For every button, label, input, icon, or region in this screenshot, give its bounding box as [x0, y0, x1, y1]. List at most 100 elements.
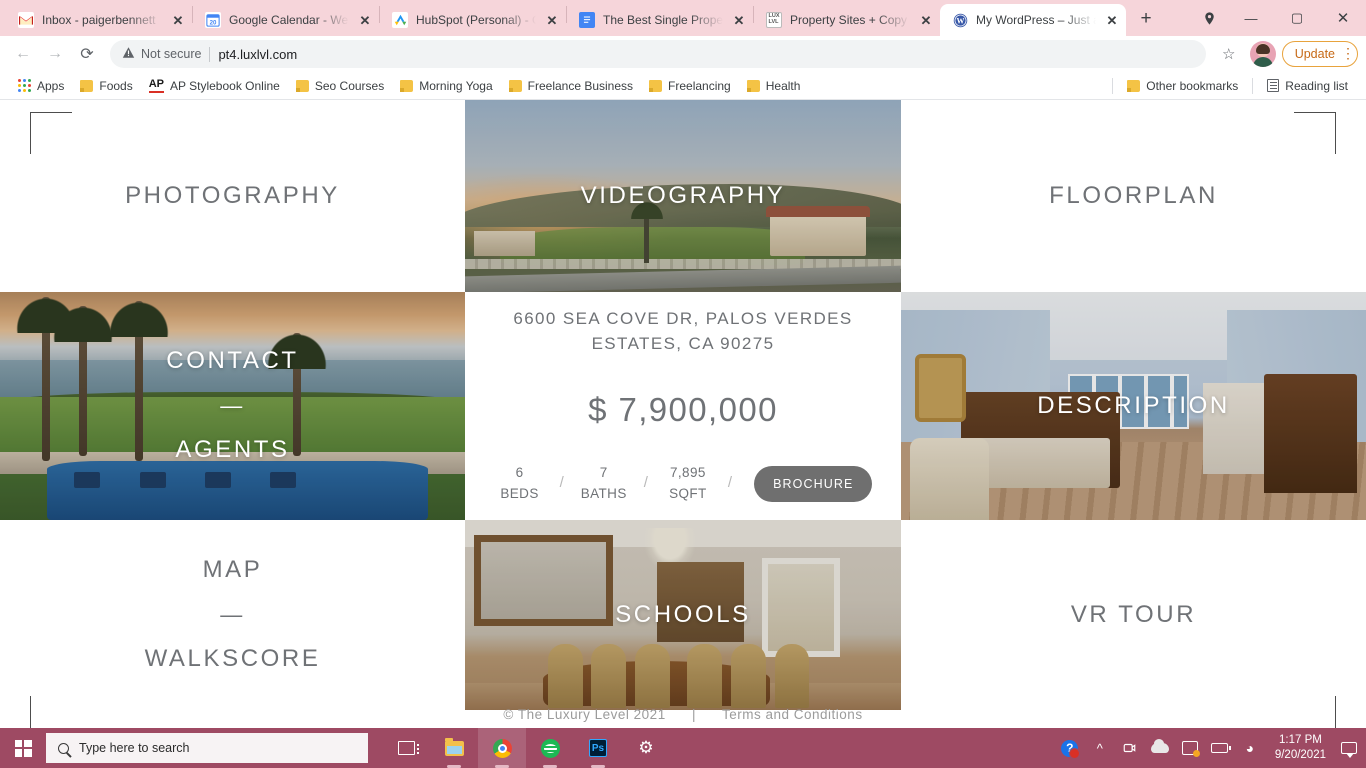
google-docs-icon	[579, 12, 595, 28]
tile-map-walkscore[interactable]: MAP — WALKSCORE	[0, 520, 465, 710]
maximize-button[interactable]: ▢	[1274, 0, 1320, 36]
apps-grid-icon	[18, 79, 31, 92]
close-window-button[interactable]: ✕	[1320, 0, 1366, 36]
bookmark-star-icon[interactable]: ☆	[1214, 39, 1244, 69]
tile-label: VIDEOGRAPHY	[580, 181, 786, 209]
clock-date: 9/20/2021	[1274, 749, 1326, 761]
sync-status-button[interactable]	[1175, 728, 1205, 768]
tile-photography[interactable]: PHOTOGRAPHY	[0, 100, 465, 292]
address-bar[interactable]: Not secure pt4.luxlvl.com	[110, 40, 1206, 68]
browser-toolbar: ← → ⟳ Not secure pt4.luxlvl.com ☆ Update…	[0, 36, 1366, 72]
tab-title: Inbox - paigerbennett	[42, 13, 156, 27]
onedrive-button[interactable]	[1145, 728, 1175, 768]
start-button[interactable]	[0, 728, 46, 768]
url-text[interactable]: pt4.luxlvl.com	[218, 47, 297, 62]
tab-close-icon[interactable]: ✕	[170, 14, 186, 27]
help-icon: ?	[1061, 739, 1081, 759]
other-bookmarks-button[interactable]: Other bookmarks	[1119, 76, 1246, 96]
camera-button[interactable]	[1115, 728, 1145, 768]
svg-text:20: 20	[210, 19, 217, 26]
chrome-menu-icon[interactable]: ⋮	[1341, 46, 1355, 60]
task-view-button[interactable]	[382, 728, 430, 768]
bookmark-morning-yoga[interactable]: Morning Yoga	[392, 76, 500, 96]
tab-title: My WordPress – Just a	[976, 13, 1096, 27]
settings-button[interactable]: ⚙	[622, 728, 670, 768]
file-explorer-button[interactable]	[430, 728, 478, 768]
tab-google-docs[interactable]: The Best Single Proper ✕	[567, 4, 753, 36]
tab-close-icon[interactable]: ✕	[357, 14, 373, 27]
taskbar-search-input[interactable]: Type here to search	[46, 733, 368, 763]
bookmark-label: Freelancing	[668, 78, 731, 93]
system-tray: ? ^ ◕ 1:17 PM 9/20/2021	[1055, 728, 1366, 768]
show-hidden-icons-button[interactable]: ^	[1085, 728, 1115, 768]
bookmark-seo-courses[interactable]: Seo Courses	[288, 76, 392, 96]
bookmark-health[interactable]: Health	[739, 76, 809, 96]
not-secure-indicator[interactable]: Not secure	[122, 46, 201, 62]
tile-vr-tour[interactable]: VR TOUR	[901, 520, 1366, 710]
back-icon[interactable]: ←	[8, 39, 38, 69]
battery-button[interactable]	[1205, 728, 1235, 768]
tile-floorplan[interactable]: FLOORPLAN	[901, 100, 1366, 292]
tab-hubspot[interactable]: HubSpot (Personal) - C ✕	[380, 4, 566, 36]
tile-schools[interactable]: SCHOOLS	[465, 520, 901, 710]
gmail-icon	[18, 12, 34, 28]
network-button[interactable]: ◕	[1235, 728, 1265, 768]
tile-description[interactable]: DESCRIPTION	[901, 292, 1366, 520]
photoshop-button[interactable]: Ps	[574, 728, 622, 768]
tile-label: SCHOOLS	[615, 600, 751, 628]
tab-close-icon[interactable]: ✕	[1104, 14, 1120, 27]
brochure-button[interactable]: BROCHURE	[754, 465, 873, 502]
spotify-button[interactable]	[526, 728, 574, 768]
tab-strip: Inbox - paigerbennett ✕ 20 Google Calend…	[0, 0, 1366, 36]
task-view-icon	[397, 741, 419, 755]
tab-google-calendar[interactable]: 20 Google Calendar - We ✕	[193, 4, 379, 36]
stat-baths: 7 BATHS	[578, 463, 630, 505]
agents-label: AGENTS	[175, 435, 290, 463]
bookmark-label: Apps	[37, 78, 65, 93]
stat-beds: 6 BEDS	[494, 463, 546, 505]
tile-videography[interactable]: VIDEOGRAPHY	[465, 100, 901, 292]
forward-icon[interactable]: →	[40, 39, 70, 69]
clock-time: 1:17 PM	[1279, 734, 1322, 747]
profile-avatar[interactable]	[1249, 41, 1276, 67]
contact-label: CONTACT	[166, 347, 299, 375]
bookmark-ap-stylebook-online[interactable]: AP AP Stylebook Online	[141, 76, 288, 96]
google-chrome-button[interactable]	[478, 728, 526, 768]
new-tab-button[interactable]: +	[1132, 5, 1160, 33]
folder-icon	[1127, 79, 1141, 92]
tab-close-icon[interactable]: ✕	[731, 14, 747, 27]
reload-icon[interactable]: ⟳	[72, 39, 102, 69]
taskbar-pinned-apps: Ps ⚙	[382, 728, 670, 768]
tile-contact-agents[interactable]: CONTACT — AGENTS	[0, 292, 465, 520]
clock[interactable]: 1:17 PM 9/20/2021	[1265, 733, 1336, 763]
listing-stats: 6 BEDS / 7 BATHS / 7,895 SQFT / BROCHURE	[494, 463, 873, 505]
tile-label: CONTACT — AGENTS	[166, 338, 298, 473]
minimize-button[interactable]: —	[1228, 0, 1274, 36]
terms-link[interactable]: Terms and Conditions	[722, 707, 863, 722]
tab-inbox[interactable]: Inbox - paigerbennett ✕	[6, 4, 192, 36]
sync-icon	[1181, 741, 1200, 757]
divider-dash: —	[220, 393, 245, 419]
copyright-text: © The Luxury Level 2021	[503, 707, 666, 722]
search-tabs-button[interactable]	[1194, 3, 1224, 33]
tab-property-sites[interactable]: LUX LVL Property Sites + Copy ✕	[754, 4, 940, 36]
update-label: Update	[1294, 47, 1335, 61]
tab-close-icon[interactable]: ✕	[918, 14, 934, 27]
bookmark-apps[interactable]: Apps	[10, 76, 72, 96]
help-button[interactable]: ?	[1055, 728, 1085, 768]
stat-separator: /	[727, 473, 733, 491]
tab-title: Google Calendar - We	[229, 13, 349, 27]
bookmark-freelancing[interactable]: Freelancing	[641, 76, 739, 96]
action-center-button[interactable]	[1336, 728, 1362, 768]
tab-my-wordpress[interactable]: W My WordPress – Just a ✕	[940, 4, 1126, 36]
folder-icon	[649, 79, 663, 92]
battery-icon	[1211, 743, 1232, 753]
windows-logo-icon	[14, 739, 32, 757]
tile-label: DESCRIPTION	[1037, 391, 1230, 419]
reading-list-button[interactable]: Reading list	[1259, 76, 1356, 96]
tab-close-icon[interactable]: ✕	[544, 14, 560, 27]
bookmarks-divider	[1112, 77, 1114, 94]
bookmark-freelance-business[interactable]: Freelance Business	[501, 76, 641, 96]
bookmark-foods[interactable]: Foods	[72, 76, 140, 96]
update-button[interactable]: Update ⋮	[1281, 41, 1358, 67]
